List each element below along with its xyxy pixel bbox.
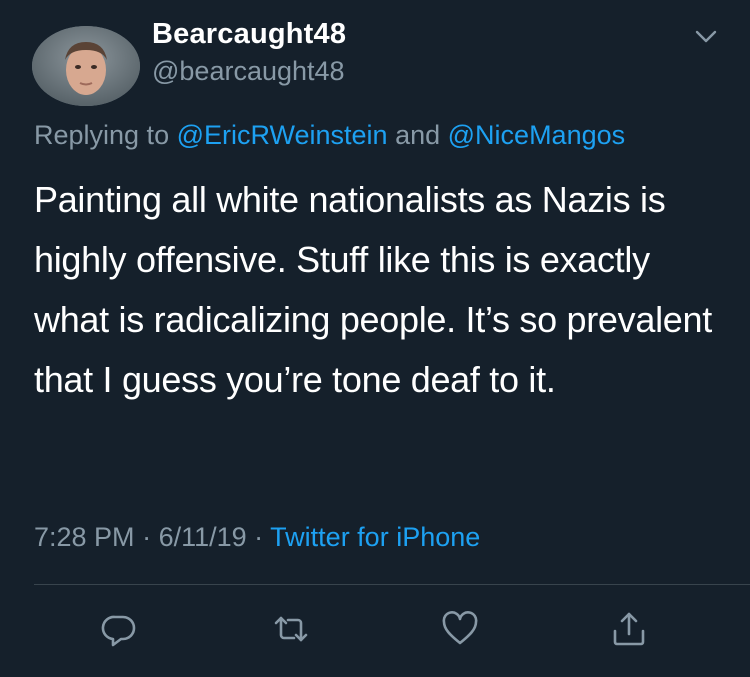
mention-link-2[interactable]: @NiceMangos [448, 120, 625, 150]
meta-separator: · [134, 522, 159, 552]
meta-separator: · [246, 522, 271, 552]
divider [34, 584, 750, 585]
replying-prefix: Replying to [34, 120, 177, 150]
tweet-date[interactable]: 6/11/19 [159, 522, 247, 552]
tweet-meta: 7:28 PM · 6/11/19 · Twitter for iPhone [34, 522, 480, 553]
tweet-time[interactable]: 7:28 PM [34, 522, 135, 552]
like-button[interactable] [438, 607, 482, 651]
avatar[interactable] [32, 26, 140, 106]
tweet-card: Bearcaught48 @bearcaught48 Replying to @… [0, 0, 750, 677]
reply-button[interactable] [97, 607, 141, 651]
share-icon [613, 612, 645, 646]
reply-icon [101, 615, 136, 647]
replying-joiner: and [387, 120, 448, 150]
retweet-button[interactable] [269, 607, 313, 651]
avatar-photo [32, 26, 140, 106]
user-handle[interactable]: @bearcaught48 [152, 56, 345, 87]
action-bar [0, 607, 750, 651]
heart-icon [442, 611, 478, 645]
tweet-source-link[interactable]: Twitter for iPhone [270, 522, 480, 552]
share-button[interactable] [607, 607, 651, 651]
display-name[interactable]: Bearcaught48 [152, 18, 346, 51]
mention-link-1[interactable]: @EricRWeinstein [177, 120, 388, 150]
tweet-text: Painting all white nationalists as Nazis… [34, 179, 712, 400]
chevron-down-icon[interactable] [692, 22, 720, 50]
retweet-icon [274, 616, 308, 642]
replying-to: Replying to @EricRWeinstein and @NiceMan… [34, 120, 625, 151]
